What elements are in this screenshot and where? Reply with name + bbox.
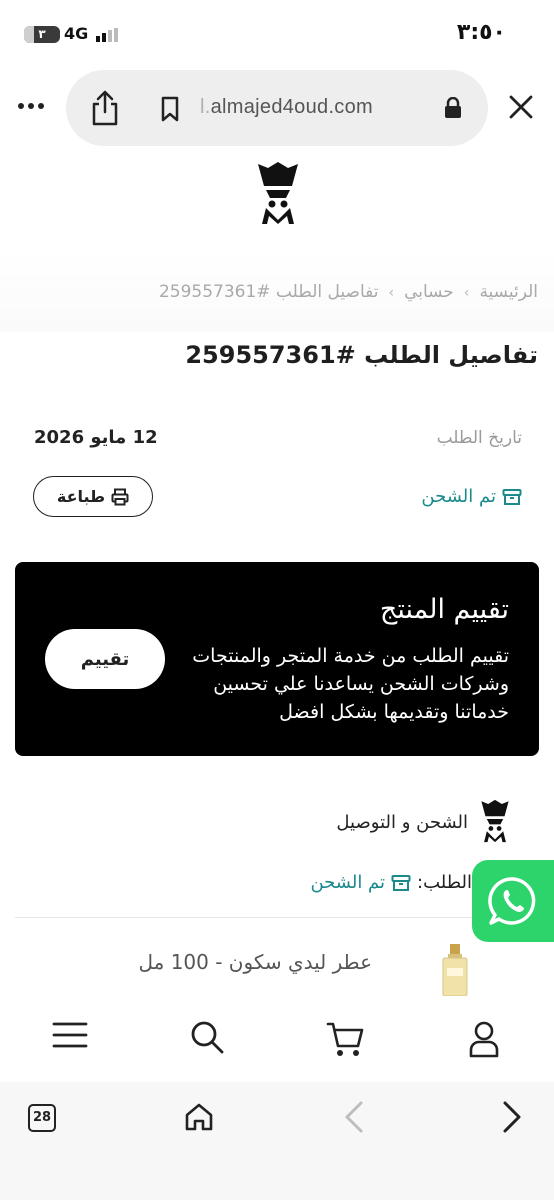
print-label: طباعة <box>56 487 106 506</box>
chevron-left-icon: › <box>463 285 470 301</box>
share-icon[interactable] <box>90 90 120 126</box>
url-domain: almajed4oud.com <box>210 96 373 118</box>
shipping-status-text: تم الشحن <box>310 872 386 893</box>
breadcrumb-bar: الرئيسية › حسابي › تفاصيل الطلب #259557361 <box>0 248 554 332</box>
battery-empty-segment <box>24 26 34 43</box>
search-icon[interactable] <box>190 1020 224 1054</box>
account-icon[interactable] <box>468 1020 500 1058</box>
shipping-status-label: الطلب: <box>417 872 472 893</box>
address-bar[interactable]: l.almajed4oud.com <box>66 70 488 146</box>
breadcrumb-account[interactable]: حسابي <box>404 282 454 302</box>
url-prefix: l. <box>200 96 211 118</box>
chevron-left-icon: › <box>388 285 395 301</box>
rating-card-title: تقييم المنتج <box>379 594 509 625</box>
back-arrow-icon[interactable] <box>344 1100 364 1134</box>
printer-icon <box>111 488 129 505</box>
close-icon[interactable] <box>508 94 534 120</box>
browser-url-row: l.almajed4oud.com <box>0 68 554 148</box>
whatsapp-icon <box>488 877 536 925</box>
home-icon[interactable] <box>184 1102 214 1132</box>
cart-icon[interactable] <box>326 1020 364 1058</box>
clock: ٣:٥٠ <box>456 20 506 45</box>
product-name[interactable]: عطر ليدي سكون - 100 مل <box>138 950 372 974</box>
perfume-bottle-image[interactable] <box>440 944 470 996</box>
browser-toolbar: 28 <box>0 1082 554 1200</box>
signal-icon <box>96 28 118 42</box>
product-rating-card: تقييم المنتج تقييم الطلب من خدمة المتجر … <box>15 562 539 756</box>
box-icon <box>502 488 522 505</box>
forward-arrow-icon[interactable] <box>502 1100 522 1134</box>
tabs-button[interactable]: 28 <box>28 1104 56 1132</box>
print-button[interactable]: طباعة <box>33 476 153 517</box>
store-logo[interactable] <box>256 160 300 226</box>
status-bar: ٣ 4G ٣:٥٠ <box>0 0 554 62</box>
bookmark-icon[interactable] <box>160 96 180 122</box>
menu-icon[interactable] <box>52 1020 88 1050</box>
breadcrumb-current: تفاصيل الطلب #259557361 <box>158 282 379 302</box>
lock-icon <box>445 97 461 118</box>
breadcrumb-home[interactable]: الرئيسية <box>479 282 538 302</box>
network-label: 4G <box>64 24 89 43</box>
order-date-value: 12 مايو 2026 <box>34 427 158 448</box>
store-bottom-nav <box>0 998 554 1082</box>
url-text[interactable]: l.almajed4oud.com <box>200 96 373 119</box>
order-status-badge: تم الشحن <box>421 486 522 507</box>
more-options-button[interactable] <box>18 94 46 122</box>
shipping-status-value: تم الشحن <box>310 872 411 893</box>
whatsapp-button[interactable] <box>472 860 554 942</box>
store-logo-small <box>481 799 509 843</box>
order-status-text: تم الشحن <box>421 486 496 507</box>
rate-button[interactable]: تقييم <box>45 629 165 689</box>
order-date-label: تاريخ الطلب <box>436 428 522 448</box>
box-icon <box>391 874 411 891</box>
battery-level: ٣ <box>38 27 46 41</box>
page-title: تفاصيل الطلب #259557361 <box>185 341 538 369</box>
breadcrumb: الرئيسية › حسابي › تفاصيل الطلب #259557361 <box>159 282 538 302</box>
shipping-status-row: الطلب: تم الشحن <box>310 872 472 893</box>
divider <box>15 917 485 918</box>
rating-card-body: تقييم الطلب من خدمة المتجر والمنتجات وشر… <box>192 645 509 723</box>
more-dots-icon <box>18 103 44 109</box>
shipping-title: الشحن و التوصيل <box>336 812 468 833</box>
